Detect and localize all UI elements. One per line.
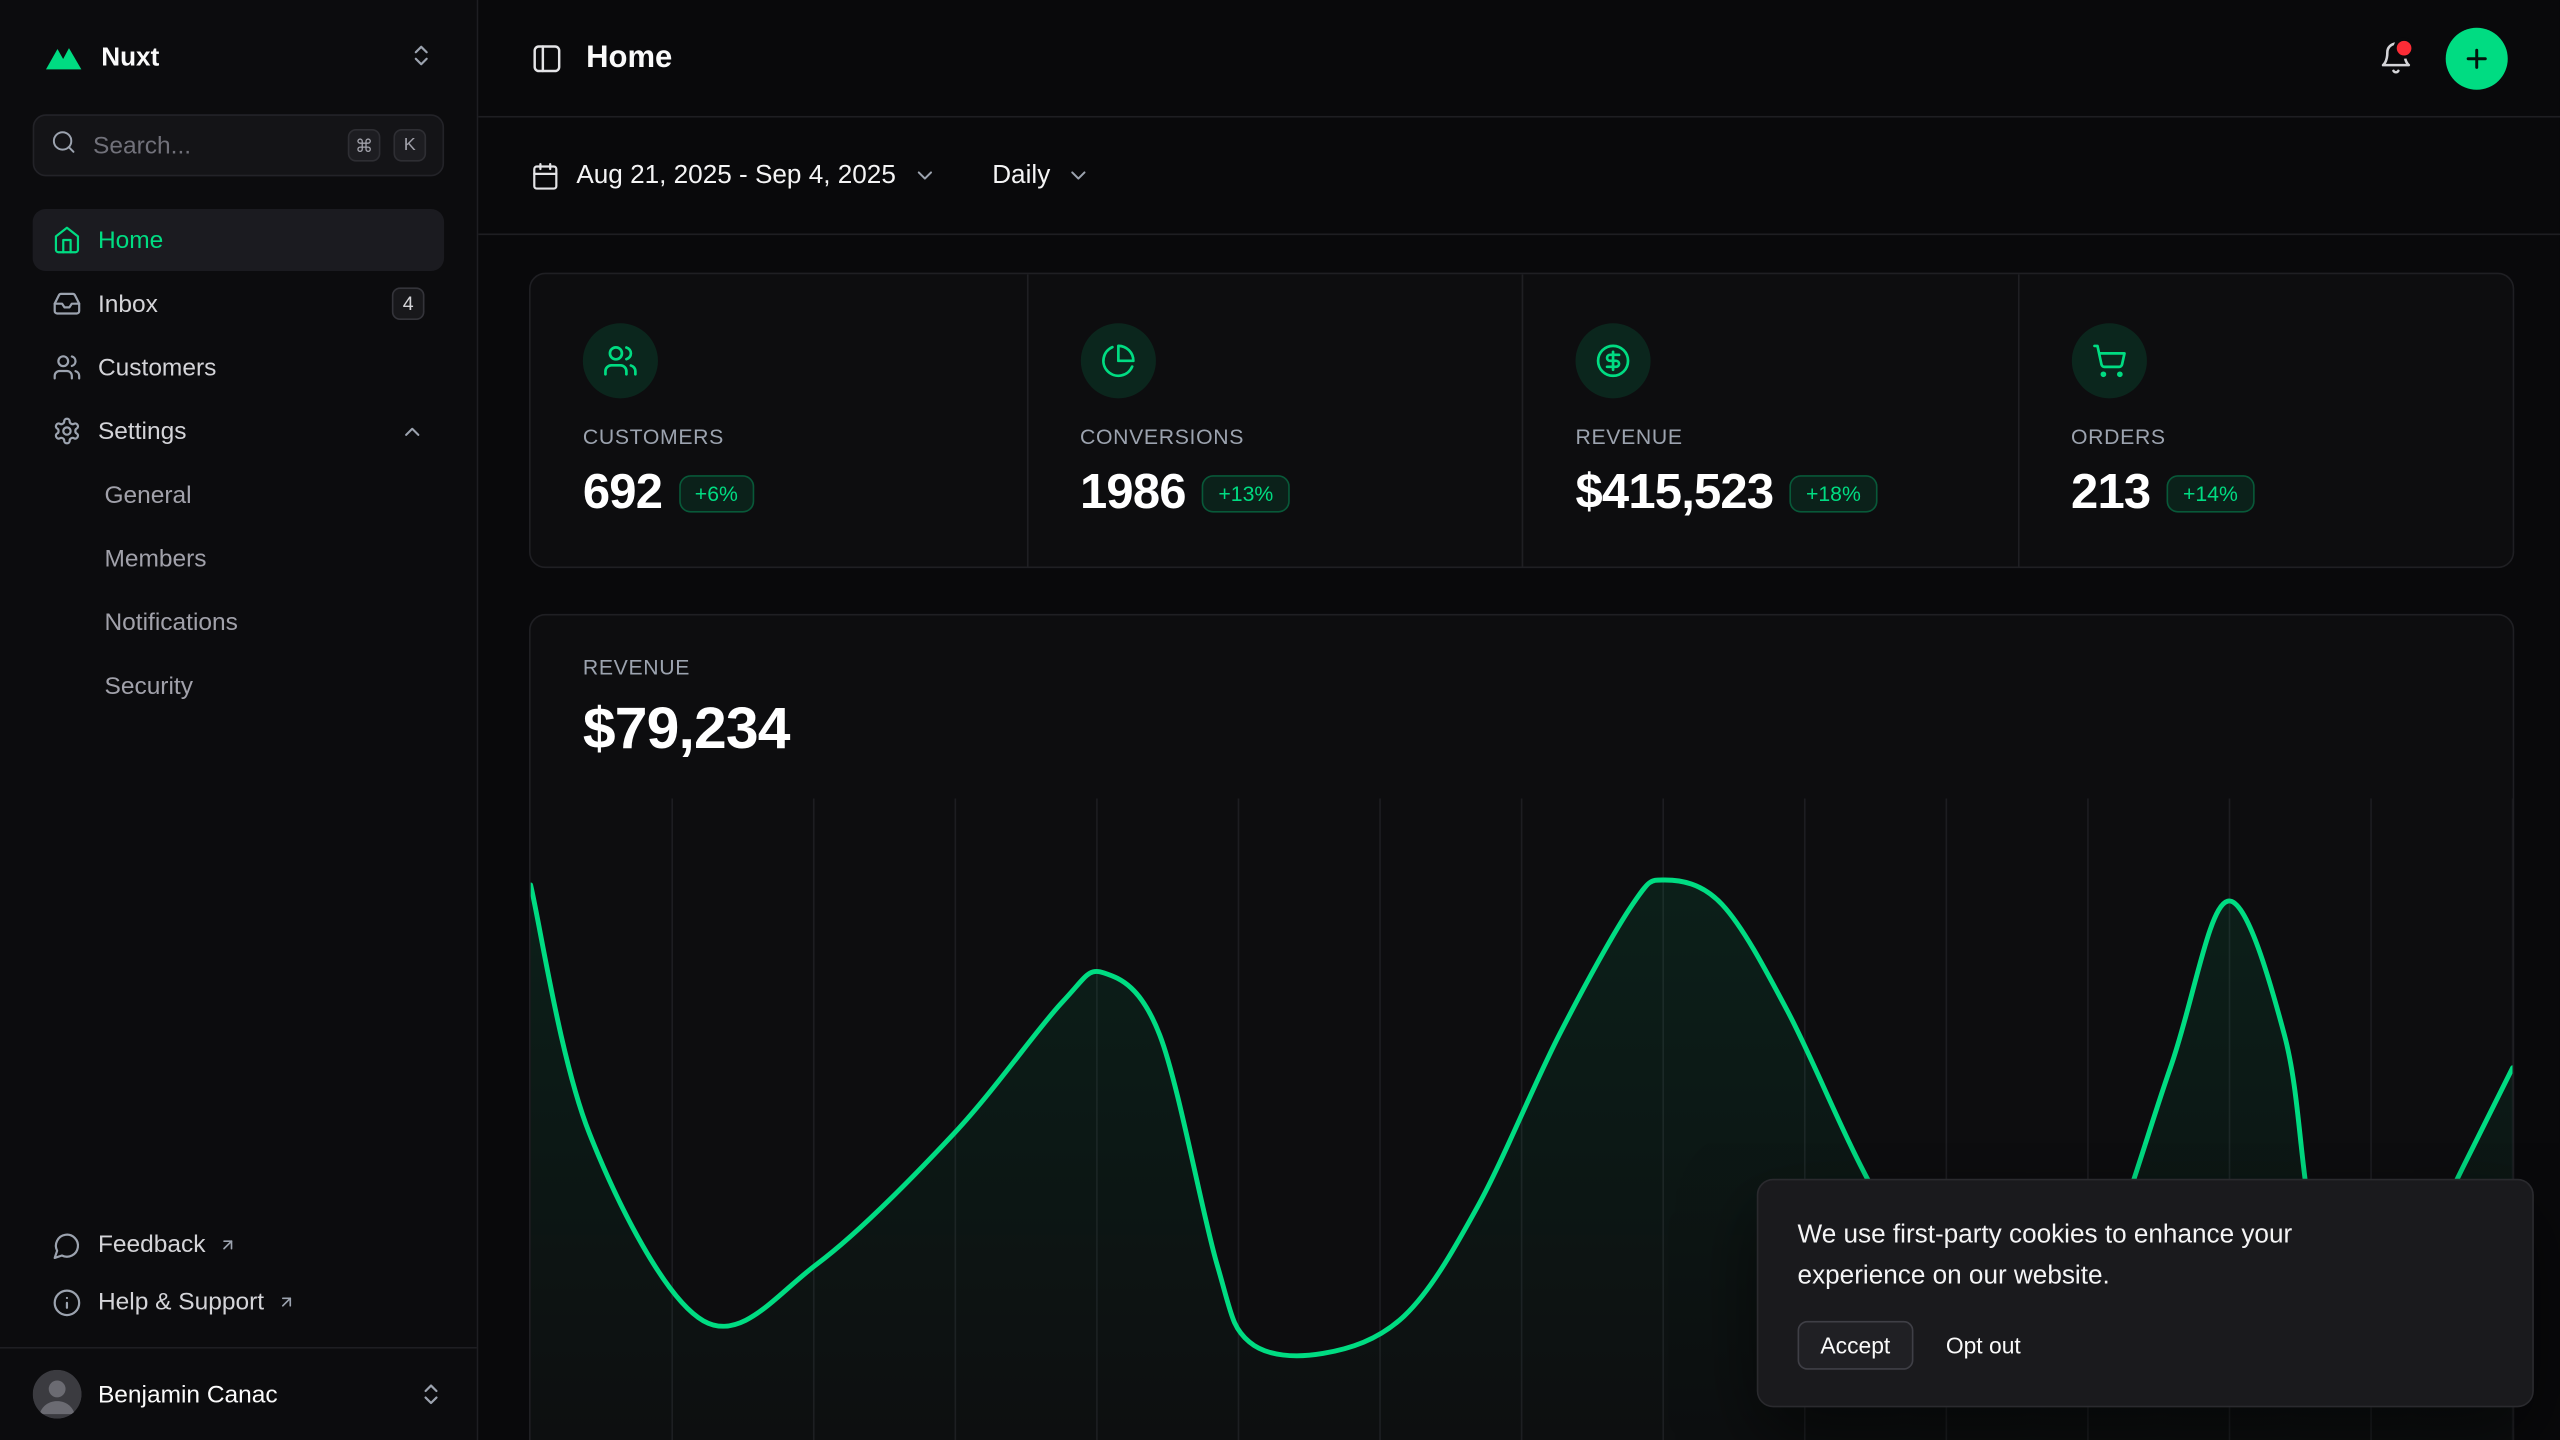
user-menu[interactable]: Benjamin Canac xyxy=(0,1347,477,1440)
filter-toolbar: Aug 21, 2025 - Sep 4, 2025 Daily xyxy=(478,118,2560,236)
help-support-label: Help & Support xyxy=(98,1288,264,1316)
sidebar-item-label: Settings xyxy=(98,417,186,445)
stat-label: CONVERSIONS xyxy=(1080,424,1469,448)
nuxt-logo-icon xyxy=(42,38,84,80)
chevrons-up-down-icon xyxy=(418,1381,444,1407)
chevrons-up-down-icon xyxy=(408,42,434,76)
stat-delta-badge: +18% xyxy=(1790,474,1878,512)
message-bubble-icon xyxy=(52,1230,81,1259)
date-range-picker[interactable]: Aug 21, 2025 - Sep 4, 2025 xyxy=(531,161,937,190)
sidebar-item-general[interactable]: General xyxy=(33,464,444,526)
stat-delta-badge: +14% xyxy=(2167,474,2255,512)
sidebar: Nuxt ⌘ K Home xyxy=(0,0,478,1440)
pie-chart-icon xyxy=(1080,323,1155,398)
add-button[interactable] xyxy=(2446,27,2508,89)
external-link-icon xyxy=(219,1233,237,1261)
stat-value: 1986 xyxy=(1080,465,1186,521)
stat-value: 692 xyxy=(583,465,662,521)
feedback-label: Feedback xyxy=(98,1231,206,1259)
panel-left-icon[interactable] xyxy=(531,42,564,75)
shopping-cart-icon xyxy=(2071,323,2146,398)
sidebar-child-label: Members xyxy=(104,544,206,572)
app: Nuxt ⌘ K Home xyxy=(0,0,2560,1440)
chevron-down-icon xyxy=(912,163,936,187)
date-range-label: Aug 21, 2025 - Sep 4, 2025 xyxy=(576,161,896,190)
info-circle-icon xyxy=(52,1287,81,1316)
sidebar-item-members[interactable]: Members xyxy=(33,527,444,589)
inbox-count-badge: 4 xyxy=(392,287,425,320)
page-header: Home xyxy=(478,0,2560,118)
cookie-banner: We use first-party cookies to enhance yo… xyxy=(1757,1179,2534,1407)
sidebar-item-label: Home xyxy=(98,226,163,254)
header-actions xyxy=(2379,27,2508,89)
revenue-total: $79,234 xyxy=(583,694,2461,763)
workspace-name: Nuxt xyxy=(101,44,159,73)
stat-label: REVENUE xyxy=(1576,424,1965,448)
dollar-circle-icon xyxy=(1576,323,1651,398)
main-area: Home Aug 21, 2025 - Sep 4, 2025 xyxy=(478,0,2560,1440)
sidebar-child-label: Notifications xyxy=(104,608,237,636)
sidebar-nav: Home Inbox 4 Customers xyxy=(33,209,444,717)
notification-dot xyxy=(2393,38,2414,59)
stats-row: CUSTOMERS 692 +6% CONVERSIONS 1986 +13% xyxy=(529,273,2514,569)
stat-card-customers[interactable]: CUSTOMERS 692 +6% xyxy=(531,274,1027,566)
revenue-label: REVENUE xyxy=(583,655,2461,679)
inbox-icon xyxy=(52,289,81,318)
user-name: Benjamin Canac xyxy=(98,1380,278,1408)
stat-card-orders[interactable]: ORDERS 213 +14% xyxy=(2017,274,2513,566)
external-link-icon xyxy=(277,1290,295,1318)
kbd-cmd: ⌘ xyxy=(348,129,381,162)
cookie-message: We use first-party cookies to enhance yo… xyxy=(1798,1217,2361,1298)
cookie-actions: Accept Opt out xyxy=(1798,1321,2494,1370)
sidebar-item-settings[interactable]: Settings xyxy=(33,400,444,462)
avatar xyxy=(33,1370,82,1419)
chevron-up-icon xyxy=(400,419,424,443)
sidebar-spacer xyxy=(33,717,444,1217)
sidebar-item-security[interactable]: Security xyxy=(33,655,444,717)
sidebar-item-customers[interactable]: Customers xyxy=(33,336,444,398)
search-icon xyxy=(51,128,77,162)
sidebar-child-label: General xyxy=(104,481,191,509)
stat-label: CUSTOMERS xyxy=(583,424,974,448)
accept-button[interactable]: Accept xyxy=(1798,1321,1914,1370)
opt-out-button[interactable]: Opt out xyxy=(1946,1322,2021,1368)
stat-value: 213 xyxy=(2071,465,2150,521)
stat-delta-badge: +13% xyxy=(1202,474,1290,512)
sidebar-item-label: Inbox xyxy=(98,290,158,318)
feedback-link[interactable]: Feedback xyxy=(33,1216,444,1273)
sidebar-item-notifications[interactable]: Notifications xyxy=(33,591,444,653)
notifications-button[interactable] xyxy=(2379,41,2413,75)
stat-label: ORDERS xyxy=(2071,424,2460,448)
home-icon xyxy=(52,225,81,254)
workspace-switcher[interactable]: Nuxt xyxy=(33,29,444,88)
stat-value: $415,523 xyxy=(1576,465,1774,521)
users-icon xyxy=(52,353,81,382)
period-label: Daily xyxy=(992,161,1050,190)
users-icon xyxy=(583,323,658,398)
stat-delta-badge: +6% xyxy=(678,474,754,512)
gear-icon xyxy=(52,416,81,445)
sidebar-main: Nuxt ⌘ K Home xyxy=(0,0,477,1347)
stat-card-revenue[interactable]: REVENUE $415,523 +18% xyxy=(1522,274,2018,566)
kbd-k: K xyxy=(393,129,426,162)
calendar-icon xyxy=(531,161,560,190)
sidebar-item-home[interactable]: Home xyxy=(33,209,444,271)
chevron-down-icon xyxy=(1067,163,1091,187)
search-input[interactable] xyxy=(90,130,335,161)
period-select[interactable]: Daily xyxy=(992,161,1091,190)
sidebar-child-label: Security xyxy=(104,672,192,700)
help-support-link[interactable]: Help & Support xyxy=(33,1273,444,1330)
stat-card-conversions[interactable]: CONVERSIONS 1986 +13% xyxy=(1026,274,1522,566)
sidebar-item-inbox[interactable]: Inbox 4 xyxy=(33,273,444,335)
revenue-chart-header: REVENUE $79,234 xyxy=(531,616,2513,763)
plus-icon xyxy=(2462,43,2491,72)
search-input-wrap: ⌘ K xyxy=(33,114,444,176)
page-title: Home xyxy=(586,40,672,76)
sidebar-item-label: Customers xyxy=(98,353,216,381)
